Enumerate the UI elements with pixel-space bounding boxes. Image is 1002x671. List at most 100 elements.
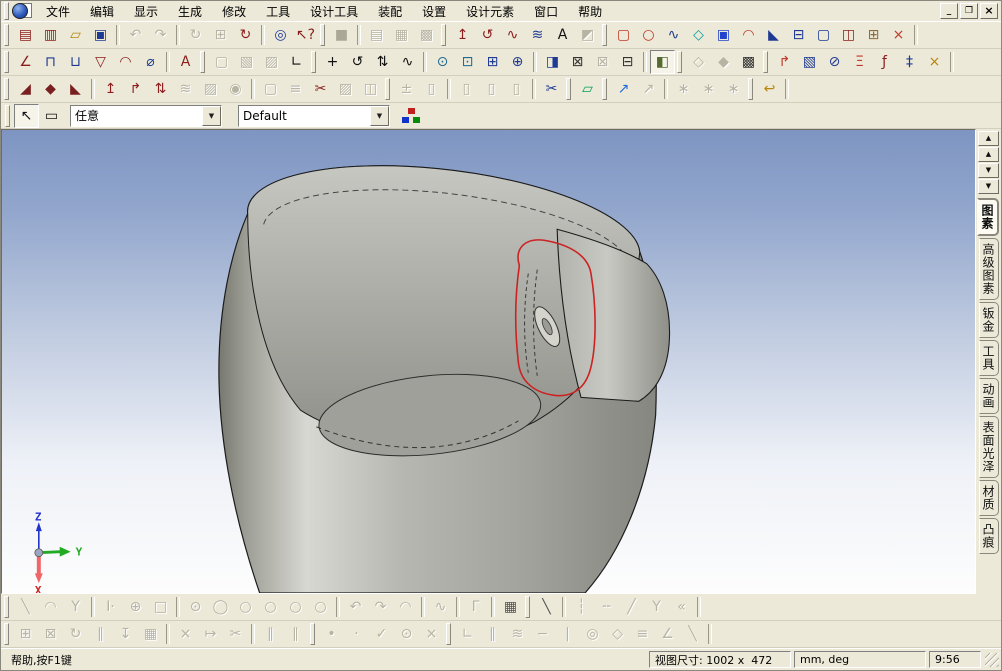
chevron-down-icon[interactable]: ▼ xyxy=(370,105,389,126)
revolve-boss-button[interactable]: ↺ xyxy=(475,23,500,47)
context-help-button[interactable]: ↖? xyxy=(293,23,318,47)
verify-tool-button[interactable]: ✂ xyxy=(539,77,564,101)
menu-file[interactable]: 文件 xyxy=(36,1,80,22)
tab-animation[interactable]: 动画 xyxy=(979,378,999,414)
zoom-target-button[interactable]: ⊕ xyxy=(505,50,530,74)
revolve-cut-button[interactable]: ○ xyxy=(636,23,661,47)
extrude-cut-button[interactable]: ▢ xyxy=(611,23,636,47)
construction-line-button[interactable]: ╲ xyxy=(534,595,559,619)
pan-view-button[interactable]: + xyxy=(320,50,345,74)
restore-button[interactable]: ❐ xyxy=(960,3,978,19)
scroll-bottom-button[interactable]: ▼ xyxy=(978,179,999,194)
return-folder-button[interactable]: ↩ xyxy=(757,77,782,101)
3d-viewport[interactable]: Z Y X xyxy=(1,129,976,594)
thin-feature-button[interactable]: ⊟ xyxy=(786,23,811,47)
select-box-button[interactable]: ▭ xyxy=(39,104,64,128)
constraint-pin-button[interactable]: ‡ xyxy=(897,50,922,74)
tab-surface-finish[interactable]: 表面光泽 xyxy=(979,416,999,478)
zoom-button[interactable]: ⊙ xyxy=(430,50,455,74)
sheet-bend-button[interactable]: ↱ xyxy=(123,77,148,101)
sketch-plane-button[interactable]: ▱ xyxy=(575,77,600,101)
section-view-button[interactable]: ⊘ xyxy=(822,50,847,74)
new-drawing-button[interactable]: ▥ xyxy=(38,23,63,47)
menu-generate[interactable]: 生成 xyxy=(168,1,212,22)
new-part-button[interactable]: ▤ xyxy=(13,23,38,47)
text-sketch-button[interactable]: A xyxy=(550,23,575,47)
chevron-down-icon[interactable]: ▼ xyxy=(202,105,221,126)
eyedropper-button[interactable]: ↗ xyxy=(611,77,636,101)
menu-modify[interactable]: 修改 xyxy=(212,1,256,22)
tab-material[interactable]: 材质 xyxy=(979,480,999,516)
menu-design-elements[interactable]: 设计元素 xyxy=(456,1,524,22)
camera-view-button[interactable]: ⊠ xyxy=(565,50,590,74)
pipe-feature-button[interactable]: ◠ xyxy=(736,23,761,47)
projection-button[interactable]: ▦ xyxy=(498,595,523,619)
close-button[interactable]: × xyxy=(980,3,998,19)
update-refs-button[interactable]: ↻ xyxy=(233,23,258,47)
dim-vertical-button[interactable]: ⊔ xyxy=(63,50,88,74)
redline-button[interactable]: ↱ xyxy=(772,50,797,74)
scroll-down-button[interactable]: ▼ xyxy=(978,163,999,178)
tab-sheet-metal[interactable]: 钣金 xyxy=(979,302,999,338)
rib-feature-button[interactable]: ◣ xyxy=(761,23,786,47)
view-list-button[interactable]: ⊟ xyxy=(615,50,640,74)
zoom-window-button[interactable]: ⊡ xyxy=(455,50,480,74)
loft-boss-button[interactable]: ≋ xyxy=(525,23,550,47)
zoom-part-button[interactable]: ⊞ xyxy=(480,50,505,74)
profile-check-button[interactable]: ▽ xyxy=(88,50,113,74)
suppress-button[interactable]: × xyxy=(922,50,947,74)
menu-edit[interactable]: 编辑 xyxy=(80,1,124,22)
menu-display[interactable]: 显示 xyxy=(124,1,168,22)
corner-round-button[interactable]: ◠ xyxy=(113,50,138,74)
axis-display-button[interactable]: ∟ xyxy=(284,50,309,74)
dim-horizontal-button[interactable]: ⊓ xyxy=(38,50,63,74)
spline-view-button[interactable]: ∿ xyxy=(395,50,420,74)
feature-tree-button[interactable] xyxy=(400,104,428,128)
app-icon[interactable] xyxy=(12,3,32,19)
resize-grip[interactable] xyxy=(985,652,999,667)
sweep-cut-button[interactable]: ∿ xyxy=(661,23,686,47)
shaded-display-button[interactable]: ◧ xyxy=(650,50,675,74)
select-pointer-button[interactable]: ↖ xyxy=(14,103,39,128)
sweep-boss-button[interactable]: ∿ xyxy=(500,23,525,47)
dim-diameter-button[interactable]: ⌀ xyxy=(138,50,163,74)
menu-tools[interactable]: 工具 xyxy=(256,1,300,22)
sketch-fillet-button[interactable]: ∠ xyxy=(13,50,38,74)
design-tree-search-button[interactable]: ◎ xyxy=(268,23,293,47)
fill-patch-button[interactable]: ▣ xyxy=(711,23,736,47)
minimize-button[interactable]: _ xyxy=(940,3,958,19)
tab-advanced-primitives[interactable]: 高级图素 xyxy=(979,238,999,300)
paint-face-button[interactable]: ◢ xyxy=(13,77,38,101)
menu-assembly[interactable]: 装配 xyxy=(368,1,412,22)
shell-feature-button[interactable]: ▢ xyxy=(811,23,836,47)
configuration-combo[interactable]: Default ▼ xyxy=(238,104,390,127)
open-file-button[interactable]: ▱ xyxy=(63,23,88,47)
tab-emboss[interactable]: 凸痕 xyxy=(979,518,999,554)
scroll-top-button[interactable]: ▲ xyxy=(978,131,999,146)
tab-primitives[interactable]: 图素 xyxy=(977,198,999,236)
parameters-button[interactable]: ƒ xyxy=(872,50,897,74)
mass-properties-button[interactable]: Ξ xyxy=(847,50,872,74)
save-button[interactable]: ▣ xyxy=(88,23,113,47)
selection-filter-combo[interactable]: 任意 ▼ xyxy=(70,104,222,127)
sheet-extrude-button[interactable]: ↥ xyxy=(98,77,123,101)
color-swatch-button[interactable]: ■ xyxy=(329,23,354,47)
loft-cut-button[interactable]: ◇ xyxy=(686,23,711,47)
tab-tools[interactable]: 工具 xyxy=(979,340,999,376)
3d-model-canvas[interactable]: Z Y X xyxy=(2,130,975,593)
extrude-boss-button[interactable]: ↥ xyxy=(450,23,475,47)
cut-check-button[interactable]: ✂ xyxy=(308,77,333,101)
menu-window[interactable]: 窗口 xyxy=(524,1,568,22)
annotation-button[interactable]: A xyxy=(173,50,198,74)
walk-view-button[interactable]: ⇅ xyxy=(370,50,395,74)
sheet-fold-button[interactable]: ⇅ xyxy=(148,77,173,101)
prev-view-button[interactable]: ◨ xyxy=(540,50,565,74)
rotate-view-button[interactable]: ↺ xyxy=(345,50,370,74)
menu-settings[interactable]: 设置 xyxy=(412,1,456,22)
measure-button[interactable]: ▧ xyxy=(797,50,822,74)
scroll-up-button[interactable]: ▲ xyxy=(978,147,999,162)
paint-remove-button[interactable]: ◣ xyxy=(63,77,88,101)
paint-part-button[interactable]: ◆ xyxy=(38,77,63,101)
menu-design-tools[interactable]: 设计工具 xyxy=(300,1,368,22)
render-display-button[interactable]: ▩ xyxy=(736,50,761,74)
